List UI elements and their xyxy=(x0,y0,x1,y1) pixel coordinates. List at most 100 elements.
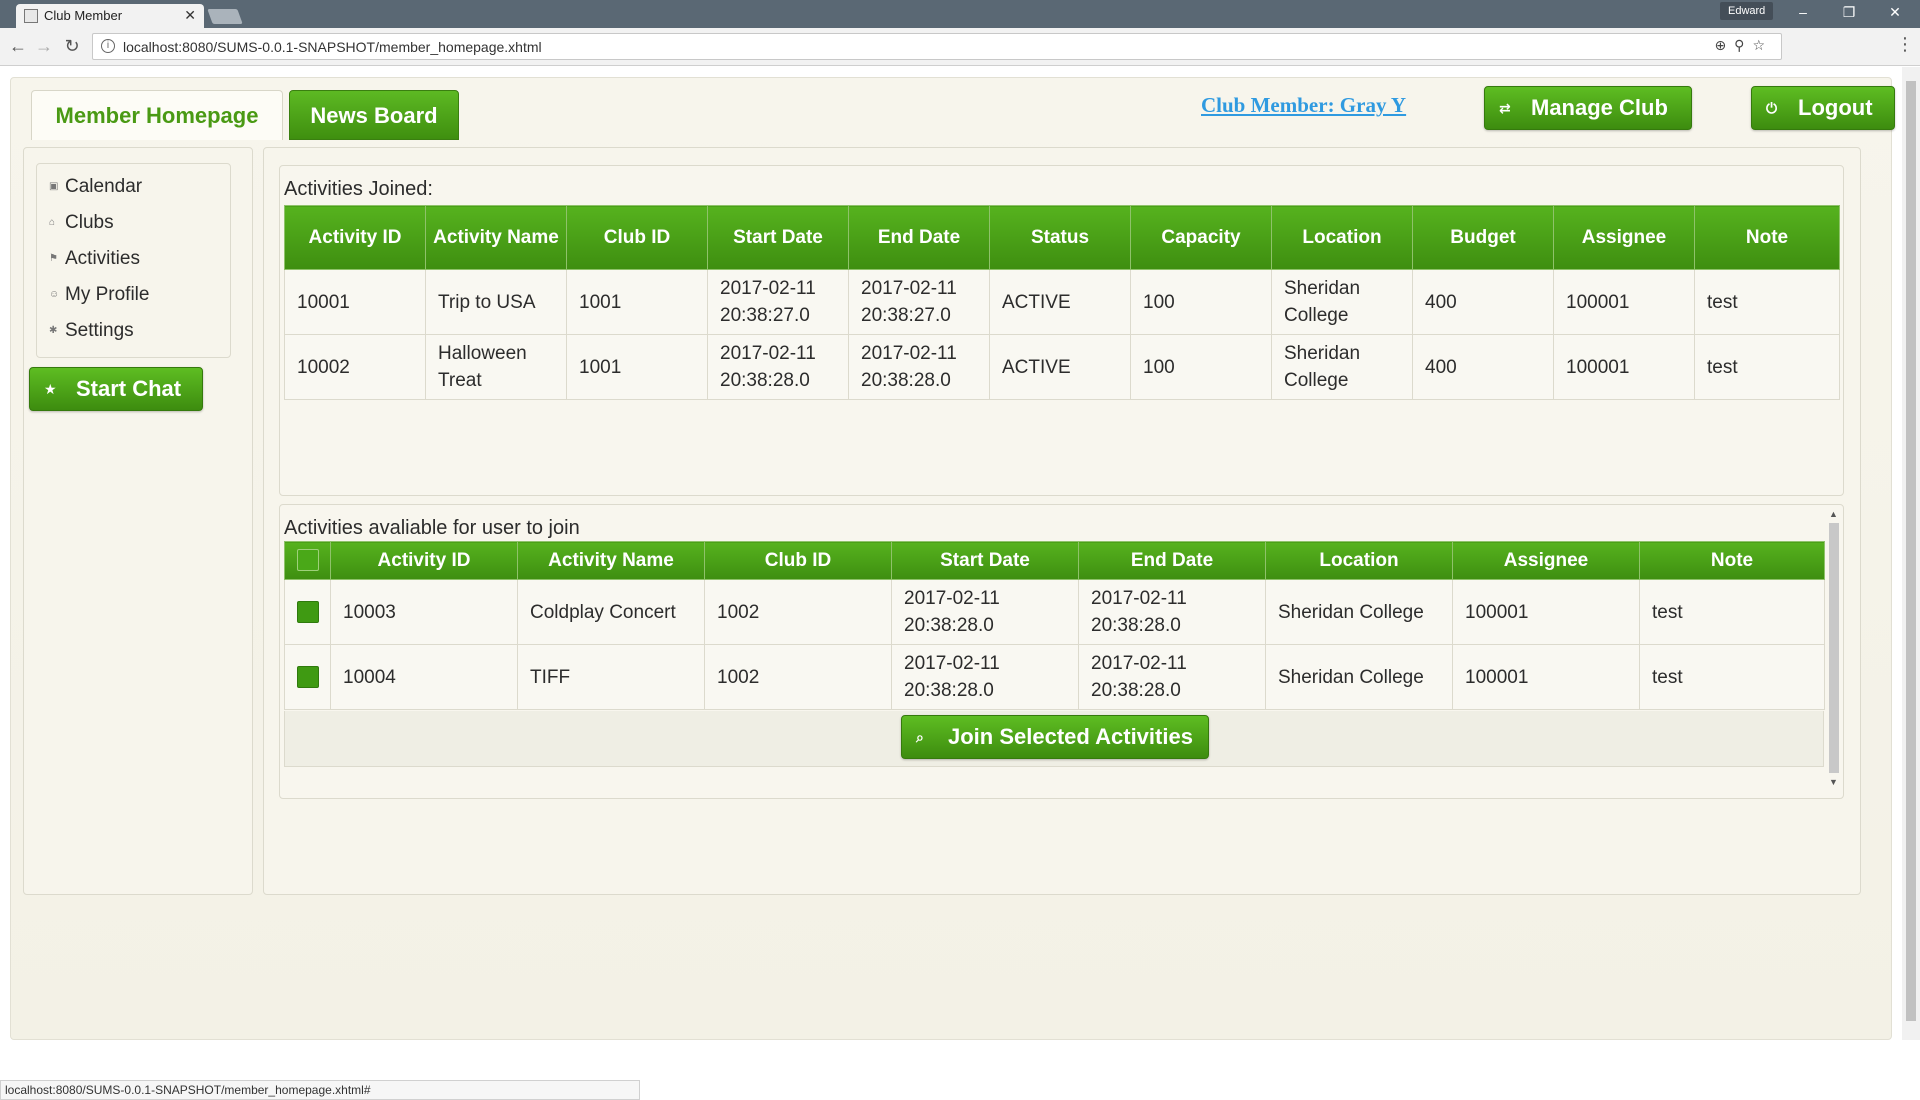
browser-toolbar: ← → ↻ i localhost:8080/SUMS-0.0.1-SNAPSH… xyxy=(0,28,1920,66)
table-cell: 100 xyxy=(1130,334,1272,400)
table-cell: Sheridan College xyxy=(1271,334,1413,400)
tab-news-board[interactable]: News Board xyxy=(289,90,459,140)
bookmark-star-icon[interactable]: ☆ xyxy=(1752,37,1773,53)
manage-club-button[interactable]: ⇄ Manage Club xyxy=(1484,86,1692,130)
column-header[interactable]: Start Date xyxy=(891,541,1079,580)
column-header[interactable]: Activity ID xyxy=(330,541,518,580)
sidebar-item-calendar[interactable]: ▣ Calendar xyxy=(49,176,142,198)
sidebar-item-label: Activities xyxy=(65,248,140,269)
column-header[interactable]: Assignee xyxy=(1452,541,1640,580)
back-arrow-icon[interactable]: ← xyxy=(8,36,28,57)
tab-close-icon[interactable]: ✕ xyxy=(184,7,196,24)
select-all-checkbox[interactable] xyxy=(296,549,319,572)
table-cell: Sheridan College xyxy=(1265,579,1453,645)
tab-title: Club Member xyxy=(44,8,123,23)
table-cell: TIFF xyxy=(517,644,705,710)
zoom-icon[interactable]: ⊕ xyxy=(1714,37,1734,53)
column-header[interactable]: Note xyxy=(1639,541,1825,580)
column-header[interactable]: Activity ID xyxy=(284,205,426,270)
table-header-row: Activity ID Activity Name Club ID Start … xyxy=(284,205,1840,270)
column-header[interactable]: Budget xyxy=(1412,205,1554,270)
tab-member-homepage[interactable]: Member Homepage xyxy=(31,90,283,140)
start-chat-button[interactable]: ★ Start Chat xyxy=(29,367,203,411)
table-cell: 2017-02-11 20:38:28.0 xyxy=(891,644,1079,710)
column-header[interactable]: Capacity xyxy=(1130,205,1272,270)
forward-arrow-icon[interactable]: → xyxy=(34,36,54,57)
table-cell: 100001 xyxy=(1452,579,1640,645)
table-cell: Sheridan College xyxy=(1271,269,1413,335)
browser-user-badge[interactable]: Edward xyxy=(1720,2,1774,20)
club-member-link[interactable]: Club Member: Gray Y xyxy=(1201,93,1406,118)
table-cell: 1001 xyxy=(566,334,708,400)
browser-menu-icon[interactable]: ⋮ xyxy=(1896,34,1914,55)
reload-icon[interactable]: ↻ xyxy=(62,36,82,57)
table-cell: 1001 xyxy=(566,269,708,335)
column-header[interactable]: Status xyxy=(989,205,1131,270)
activities-joined-table: Activity ID Activity Name Club ID Start … xyxy=(284,205,1840,400)
column-header[interactable]: Start Date xyxy=(707,205,849,270)
logout-button[interactable]: ⏻ Logout xyxy=(1751,86,1895,130)
sidebar-item-my-profile[interactable]: ☺ My Profile xyxy=(49,284,149,306)
column-header[interactable]: Location xyxy=(1271,205,1413,270)
table-cell: test xyxy=(1639,644,1825,710)
column-header[interactable]: Location xyxy=(1265,541,1453,580)
person-icon: ☺ xyxy=(49,289,60,301)
table-cell: 10003 xyxy=(330,579,518,645)
column-header[interactable]: Assignee xyxy=(1553,205,1695,270)
address-bar-actions[interactable]: ⊕⚲☆ xyxy=(1714,37,1773,54)
logout-label: Logout xyxy=(1798,95,1873,120)
table-row[interactable]: 10003 Coldplay Concert 1002 2017-02-11 2… xyxy=(284,579,1825,645)
sidebar-menu: ▣ Calendar ⌂ Clubs ⚑ Activities ☺ My Profile… xyxy=(36,163,231,358)
table-cell: 2017-02-11 20:38:28.0 xyxy=(1078,579,1266,645)
scroll-thumb[interactable] xyxy=(1829,523,1839,773)
column-header[interactable]: Activity Name xyxy=(425,205,567,270)
sidebar-item-label: Clubs xyxy=(65,212,114,233)
row-checkbox[interactable] xyxy=(297,601,319,624)
sidebar-item-activities[interactable]: ⚑ Activities xyxy=(49,248,140,270)
column-header[interactable]: Note xyxy=(1694,205,1840,270)
table-cell: Coldplay Concert xyxy=(517,579,705,645)
url-text[interactable]: localhost:8080/SUMS-0.0.1-SNAPSHOT/membe… xyxy=(123,39,542,55)
table-cell: 1002 xyxy=(704,644,892,710)
column-header[interactable]: End Date xyxy=(1078,541,1266,580)
browser-tab[interactable]: Club Member ✕ xyxy=(16,4,204,28)
table-cell: 100001 xyxy=(1452,644,1640,710)
row-select-cell xyxy=(284,579,331,645)
window-close-button[interactable]: ✕ xyxy=(1880,4,1910,21)
column-header[interactable]: End Date xyxy=(848,205,990,270)
swap-arrows-icon: ⇄ xyxy=(1499,100,1511,116)
table-cell: Trip to USA xyxy=(425,269,567,335)
join-selected-button[interactable]: ⌕ Join Selected Activities xyxy=(901,715,1209,759)
site-info-icon[interactable]: i xyxy=(101,39,115,53)
page-scrollbar[interactable] xyxy=(1902,67,1920,1040)
scroll-up-icon[interactable]: ▲ xyxy=(1829,509,1838,519)
sidebar-item-settings[interactable]: ✱ Settings xyxy=(49,320,134,342)
table-cell: Halloween Treat xyxy=(425,334,567,400)
row-checkbox[interactable] xyxy=(297,666,319,689)
table-cell: 10001 xyxy=(284,269,426,335)
page-container: Member Homepage News Board Club Member: … xyxy=(10,77,1895,1040)
gear-icon: ✱ xyxy=(49,325,58,337)
table-row[interactable]: 10004 TIFF 1002 2017-02-11 20:38:28.0 20… xyxy=(284,644,1825,710)
column-header[interactable]: Activity Name xyxy=(517,541,705,580)
scroll-down-icon[interactable]: ▼ xyxy=(1829,777,1838,787)
column-header[interactable]: Club ID xyxy=(704,541,892,580)
browser-titlebar: Club Member ✕ Edward – ❐ ✕ xyxy=(0,0,1920,28)
page-scroll-thumb[interactable] xyxy=(1906,81,1916,1021)
activities-joined-title: Activities Joined: xyxy=(284,178,433,200)
panel-scrollbar[interactable]: ▲ ▼ xyxy=(1827,509,1841,791)
pin-icon[interactable]: ⚲ xyxy=(1734,37,1752,53)
table-cell: ACTIVE xyxy=(989,269,1131,335)
table-row[interactable]: 10001 Trip to USA 1001 2017-02-11 20:38:… xyxy=(284,269,1840,335)
table-cell: test xyxy=(1694,334,1840,400)
minimize-button[interactable]: – xyxy=(1788,4,1818,20)
restore-button[interactable]: ❐ xyxy=(1834,4,1864,21)
sidebar-item-clubs[interactable]: ⌂ Clubs xyxy=(49,212,114,234)
address-bar[interactable]: i localhost:8080/SUMS-0.0.1-SNAPSHOT/mem… xyxy=(92,33,1782,60)
manage-club-label: Manage Club xyxy=(1531,95,1668,120)
table-header-row: Activity ID Activity Name Club ID Start … xyxy=(284,541,1825,580)
column-header[interactable]: Club ID xyxy=(566,205,708,270)
calendar-icon: ▣ xyxy=(49,181,59,193)
table-row[interactable]: 10002 Halloween Treat 1001 2017-02-11 20… xyxy=(284,334,1840,400)
new-tab-button[interactable] xyxy=(207,9,243,24)
